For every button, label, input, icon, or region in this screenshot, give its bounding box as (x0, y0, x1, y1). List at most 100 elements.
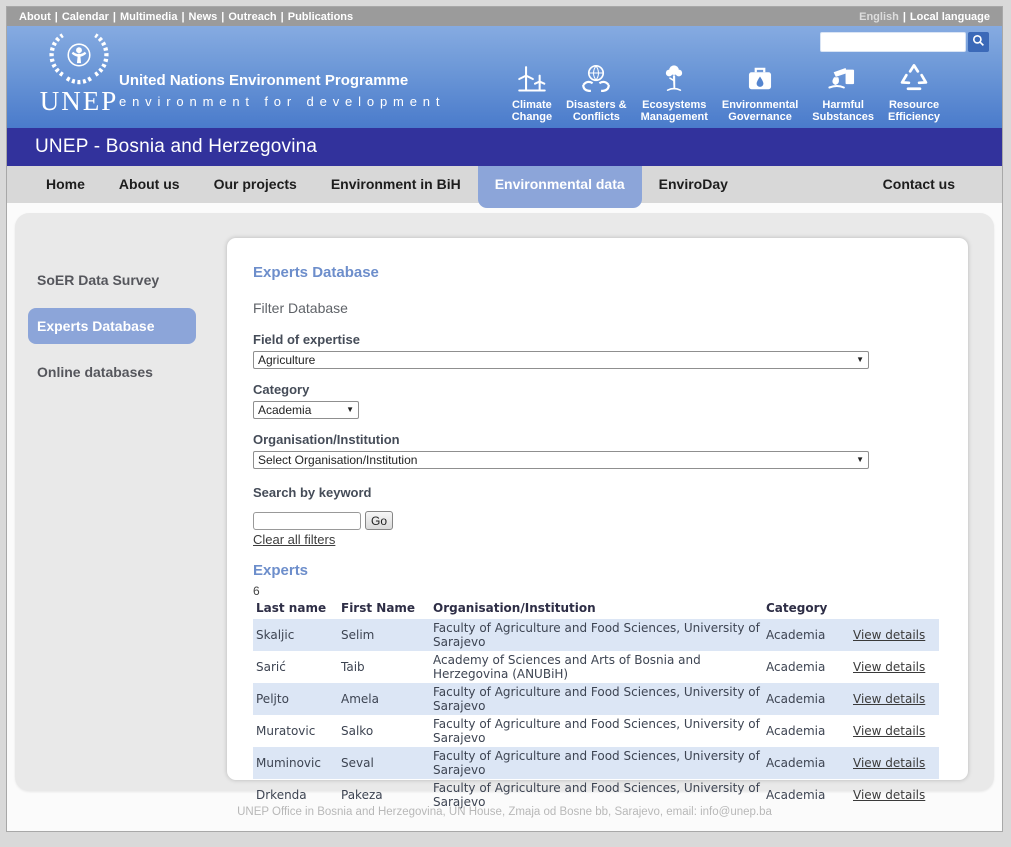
cell-organisation: Academy of Sciences and Arts of Bosnia a… (433, 651, 766, 683)
cell-last-name: Peljto (253, 683, 341, 715)
cell-organisation: Faculty of Agriculture and Food Sciences… (433, 619, 766, 651)
cell-organisation: Faculty of Agriculture and Food Sciences… (433, 683, 766, 715)
table-row: SarićTaibAcademy of Sciences and Arts of… (253, 651, 939, 683)
topbar-link-multimedia[interactable]: Multimedia (120, 11, 177, 23)
unep-logo-text: UNEP (29, 86, 129, 117)
cell-first-name: Taib (341, 651, 433, 683)
experts-count: 6 (253, 584, 940, 598)
cell-category: Academia (766, 651, 853, 683)
cell-first-name: Selim (341, 619, 433, 651)
cell-last-name: Sarić (253, 651, 341, 683)
pouring-chemicals-icon (825, 58, 861, 96)
experts-table-body: SkaljicSelimFaculty of Agriculture and F… (253, 619, 939, 811)
unep-emblem-icon (29, 30, 129, 92)
tab-home[interactable]: Home (29, 166, 102, 203)
cell-first-name: Salko (341, 715, 433, 747)
table-row: PeljtoAmelaFaculty of Agriculture and Fo… (253, 683, 939, 715)
sidebar-item-online-databases[interactable]: Online databases (28, 354, 196, 390)
cell-category: Academia (766, 747, 853, 779)
cell-first-name: Amela (341, 683, 433, 715)
category-select[interactable]: Academia (253, 401, 359, 419)
topbar-link-publications[interactable]: Publications (288, 11, 353, 23)
tab-environment-in-bih[interactable]: Environment in BiH (314, 166, 478, 203)
topbar-separator: | (181, 11, 184, 23)
table-row: MuratovicSalkoFaculty of Agriculture and… (253, 715, 939, 747)
cell-last-name: Muratovic (253, 715, 341, 747)
menu-item-harmful-substances[interactable]: HarmfulSubstances (812, 58, 874, 123)
topbar-link-outreach[interactable]: Outreach (228, 11, 276, 23)
clear-all-filters-link[interactable]: Clear all filters (253, 532, 335, 547)
cell-organisation: Faculty of Agriculture and Food Sciences… (433, 747, 766, 779)
menu-item-resource-efficiency[interactable]: ResourceEfficiency (888, 58, 940, 123)
keyword-input[interactable] (253, 512, 361, 530)
view-details-link[interactable]: View details (853, 692, 925, 706)
category-select-wrap: Academia ▼ (253, 401, 359, 419)
cell-category: Academia (766, 619, 853, 651)
view-details-link[interactable]: View details (853, 788, 925, 802)
go-button[interactable]: Go (365, 511, 393, 530)
tab-contact-us[interactable]: Contact us (866, 166, 972, 203)
view-details-link[interactable]: View details (853, 724, 925, 738)
organisation-select-wrap: Select Organisation/Institution ▼ (253, 451, 869, 469)
cell-actions: View details (853, 651, 939, 683)
column-header-category: Category (766, 601, 853, 619)
view-details-link[interactable]: View details (853, 756, 925, 770)
keyword-label: Search by keyword (253, 485, 940, 500)
tab-our-projects[interactable]: Our projects (197, 166, 314, 203)
filter-heading: Filter Database (253, 300, 940, 316)
topbar-separator: | (281, 11, 284, 23)
tab-environmental-data[interactable]: Environmental data (478, 166, 642, 208)
menu-item-climate-change[interactable]: ClimateChange (512, 58, 552, 123)
experts-table-head-row: Last nameFirst NameOrganisation/Institut… (253, 601, 939, 619)
organisation-label: Organisation/Institution (253, 432, 940, 447)
site-header: UNEP United Nations Environment Programm… (7, 26, 1002, 128)
column-header-organisation-institution: Organisation/Institution (433, 601, 766, 619)
sidebar: SoER Data Survey Experts Database Online d… (15, 213, 220, 390)
language-local-link[interactable]: Local language (910, 11, 990, 23)
topbar-links: About|Calendar|Multimedia|News|Outreach|… (19, 11, 353, 23)
cell-actions: View details (853, 683, 939, 715)
keyword-row: Go (253, 511, 940, 530)
main-nav: HomeAbout usOur projectsEnvironment in B… (7, 166, 1002, 203)
menu-item-label: HarmfulSubstances (812, 99, 874, 123)
language-english-link[interactable]: English (859, 11, 899, 23)
header-search-input[interactable] (820, 32, 966, 52)
unep-logo[interactable]: UNEP (29, 30, 129, 117)
org-name: United Nations Environment Programme (119, 72, 445, 89)
cell-first-name: Seval (341, 747, 433, 779)
topbar-link-calendar[interactable]: Calendar (62, 11, 109, 23)
header-search-button[interactable] (968, 32, 989, 52)
view-details-link[interactable]: View details (853, 628, 925, 642)
field-of-expertise-select[interactable]: Agriculture (253, 351, 869, 369)
search-icon (972, 34, 985, 50)
column-header-last-name: Last name (253, 601, 341, 619)
footer-text: UNEP Office in Bosnia and Herzegovina, U… (237, 806, 772, 818)
cell-category: Academia (766, 715, 853, 747)
topbar: About|Calendar|Multimedia|News|Outreach|… (7, 7, 1002, 26)
topbar-link-about[interactable]: About (19, 11, 51, 23)
tab-enviroday[interactable]: EnviroDay (642, 166, 745, 203)
language-switcher: English | Local language (859, 11, 990, 23)
site-title: UNEP - Bosnia and Herzegovina (35, 136, 317, 158)
sidebar-item-experts-database[interactable]: Experts Database (28, 308, 196, 344)
menu-item-label: EnvironmentalGovernance (722, 99, 798, 123)
view-details-link[interactable]: View details (853, 660, 925, 674)
menu-item-environmental-governance[interactable]: EnvironmentalGovernance (722, 58, 798, 123)
menu-item-ecosystems-management[interactable]: EcosystemsManagement (641, 58, 708, 123)
topbar-separator: | (55, 11, 58, 23)
recycle-icon (897, 58, 931, 96)
topbar-link-news[interactable]: News (189, 11, 218, 23)
field-of-expertise-select-wrap: Agriculture ▼ (253, 351, 869, 369)
organisation-select[interactable]: Select Organisation/Institution (253, 451, 869, 469)
menu-item-disasters-conflicts[interactable]: Disasters &Conflicts (566, 58, 627, 123)
cell-last-name: Skaljic (253, 619, 341, 651)
org-tagline: environment for development (119, 94, 445, 109)
menu-item-label: ClimateChange (512, 99, 552, 123)
hands-globe-icon (578, 58, 614, 96)
menu-item-label: Disasters &Conflicts (566, 99, 627, 123)
sidebar-item-soer-data-survey[interactable]: SoER Data Survey (28, 262, 196, 298)
footer: UNEP Office in Bosnia and Herzegovina, U… (7, 806, 1002, 818)
main-panel: Experts Database Filter Database Field o… (227, 238, 968, 780)
table-row: MuminovicSevalFaculty of Agriculture and… (253, 747, 939, 779)
tab-about-us[interactable]: About us (102, 166, 197, 203)
